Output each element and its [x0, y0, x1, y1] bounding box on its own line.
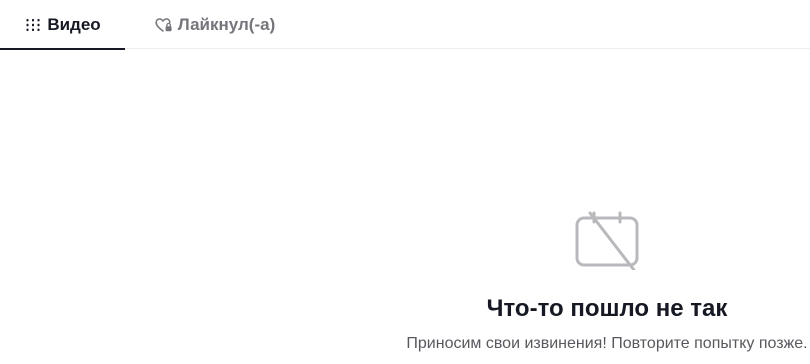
- tab-liked-label: Лайкнул(-а): [177, 14, 276, 34]
- tab-liked[interactable]: Лайкнул(-а): [125, 0, 305, 49]
- tab-bar: Видео Лайкнул(-а): [0, 0, 810, 50]
- calendar-slash-icon: [575, 211, 639, 270]
- profile-content: Видео Лайкнул(-а) Что-то пошло не так Пр…: [0, 0, 810, 364]
- error-empty-state: Что-то пошло не так Приносим свои извине…: [360, 210, 810, 354]
- active-tab-indicator: [0, 48, 125, 50]
- tab-videos-label: Видео: [47, 14, 101, 34]
- error-subtitle: Приносим свои извинения! Повторите попыт…: [406, 335, 808, 352]
- error-title: Что-то пошло не так: [486, 295, 728, 322]
- grid-lines-icon: [24, 16, 42, 34]
- tab-videos[interactable]: Видео: [0, 0, 125, 50]
- heart-lock-icon: [155, 16, 173, 34]
